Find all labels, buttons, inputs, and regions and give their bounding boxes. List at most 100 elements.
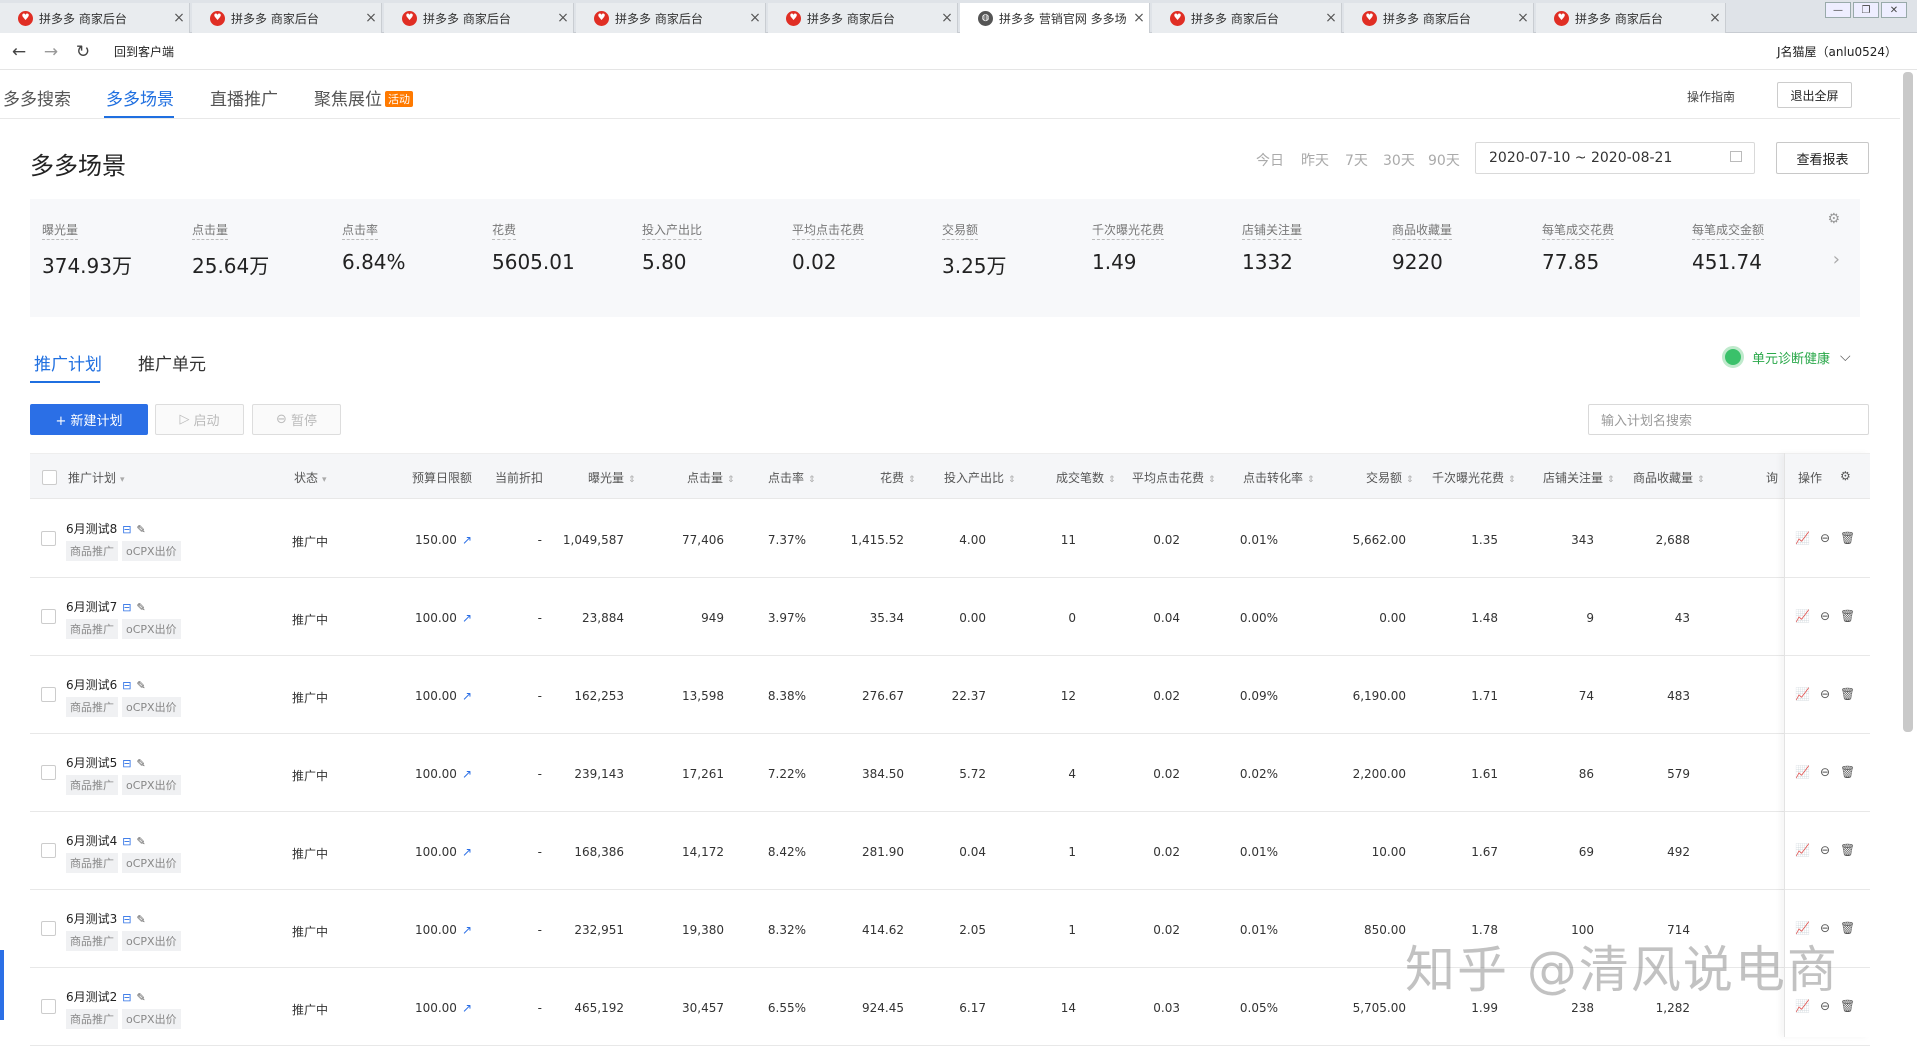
restore-icon[interactable]: ❐ (1853, 2, 1879, 18)
edit-icon[interactable]: ✎ (137, 991, 146, 1004)
back-icon[interactable]: ← (6, 42, 32, 62)
budget-cell[interactable]: 100.00 ↗ (415, 689, 472, 703)
chevron-right-icon[interactable]: › (1833, 249, 1840, 270)
close-tab-icon[interactable]: × (553, 10, 573, 26)
th-plan[interactable]: 推广计划 ▾ (68, 469, 125, 486)
edit-icon[interactable]: ✎ (137, 757, 146, 770)
edit-budget-icon[interactable]: ↗ (462, 689, 472, 703)
sort-icon[interactable]: ⇕ (1008, 475, 1016, 485)
metric-card[interactable]: 每笔成交金额 451.74 (1692, 221, 1765, 274)
back-to-client-link[interactable]: 回到客户端 (114, 43, 174, 60)
guide-link[interactable]: 操作指南 (1687, 88, 1735, 105)
edit-budget-icon[interactable]: ↗ (462, 611, 472, 625)
select-all-checkbox[interactable] (42, 470, 57, 485)
start-button[interactable]: ▷ 启动 (155, 404, 244, 435)
edit-icon[interactable]: ✎ (137, 835, 146, 848)
row-checkbox[interactable] (41, 999, 56, 1014)
browser-tab[interactable]: ♥ 拼多多 商家后台 × (1152, 3, 1342, 33)
close-tab-icon[interactable]: × (169, 10, 189, 26)
metric-card[interactable]: 点击量 25.64万 (192, 221, 269, 279)
menu-duoduo-scene[interactable]: 多多场景 (106, 85, 174, 110)
budget-cell[interactable]: 150.00 ↗ (415, 533, 472, 547)
browser-tab[interactable]: ♥ 拼多多 商家后台 × (1536, 3, 1726, 33)
date-option-7d[interactable]: 7天 (1345, 150, 1368, 170)
browser-tab[interactable]: ♥ 拼多多 商家后台 × (384, 3, 574, 33)
th-follows[interactable]: 店铺关注量 ⇕ (1543, 469, 1615, 486)
browser-tab[interactable]: ♥ 拼多多 商家后台 × (192, 3, 382, 33)
page-scrollbar[interactable] (1903, 72, 1913, 732)
edit-budget-icon[interactable]: ↗ (462, 767, 472, 781)
pause-button[interactable]: ⊖ 暂停 (252, 404, 341, 435)
sort-icon[interactable]: ⇕ (1508, 475, 1516, 485)
th-cost[interactable]: 花费 ⇕ (880, 469, 916, 486)
close-tab-icon[interactable]: × (1129, 10, 1149, 26)
sort-icon[interactable]: ⇕ (1406, 475, 1414, 485)
th-favs[interactable]: 商品收藏量 ⇕ (1633, 469, 1705, 486)
row-checkbox[interactable] (41, 843, 56, 858)
forward-icon[interactable]: → (38, 42, 64, 62)
plan-name[interactable]: 6月测试7 ⊟ ✎ (66, 598, 146, 615)
sort-icon[interactable]: ⇕ (1697, 475, 1705, 485)
browser-tab[interactable]: ♥ 拼多多 商家后台 × (1344, 3, 1534, 33)
menu-duoduo-search[interactable]: 多多搜索 (3, 85, 71, 110)
plan-name[interactable]: 6月测试3 ⊟ ✎ (66, 910, 146, 927)
th-orders[interactable]: 成交笔数 ⇕ (1056, 469, 1116, 486)
menu-live-promo[interactable]: 直播推广 (210, 85, 278, 110)
metric-card[interactable]: 投入产出比 5.80 (642, 221, 703, 274)
date-option-90d[interactable]: 90天 (1428, 150, 1460, 170)
edit-icon[interactable]: ✎ (137, 523, 146, 536)
browser-tab[interactable]: ♥ 拼多多 商家后台 × (576, 3, 766, 33)
row-checkbox[interactable] (41, 765, 56, 780)
tab-plans[interactable]: 推广计划 (34, 350, 102, 375)
close-tab-icon[interactable]: × (1705, 10, 1725, 26)
plan-name[interactable]: 6月测试2 ⊟ ✎ (66, 988, 146, 1005)
close-tab-icon[interactable]: × (1513, 10, 1533, 26)
budget-cell[interactable]: 100.00 ↗ (415, 845, 472, 859)
metrics-settings-icon[interactable]: ⚙ (1827, 211, 1840, 227)
tab-units[interactable]: 推广单元 (138, 350, 206, 375)
th-status[interactable]: 状态 ▾ (294, 469, 327, 486)
reload-icon[interactable]: ↻ (70, 42, 96, 62)
metric-card[interactable]: 每笔成交花费 77.85 (1542, 221, 1615, 274)
edit-icon[interactable]: ✎ (137, 601, 146, 614)
th-impressions[interactable]: 曝光量 ⇕ (588, 469, 636, 486)
sort-icon[interactable]: ⇕ (1307, 475, 1315, 485)
metric-card[interactable]: 店铺关注量 1332 (1242, 221, 1303, 274)
view-report-button[interactable]: 查看报表 (1776, 142, 1869, 174)
budget-cell[interactable]: 100.00 ↗ (415, 923, 472, 937)
metric-card[interactable]: 曝光量 374.93万 (42, 221, 132, 279)
browser-tab[interactable]: ♥ 拼多多 商家后台 × (768, 3, 958, 33)
metric-card[interactable]: 平均点击花费 0.02 (792, 221, 865, 274)
plan-search-input[interactable]: 输入计划名搜索 (1588, 404, 1869, 435)
close-window-icon[interactable]: ✕ (1881, 2, 1907, 18)
unit-health-diagnosis[interactable]: 单元诊断健康 ⌵ (1722, 346, 1851, 368)
budget-cell[interactable]: 100.00 ↗ (415, 1001, 472, 1015)
edit-icon[interactable]: ✎ (137, 679, 146, 692)
row-checkbox[interactable] (41, 921, 56, 936)
close-tab-icon[interactable]: × (745, 10, 765, 26)
close-tab-icon[interactable]: × (937, 10, 957, 26)
new-plan-button[interactable]: + 新建计划 (30, 404, 148, 435)
metric-card[interactable]: 点击率 6.84% (342, 221, 406, 274)
close-tab-icon[interactable]: × (361, 10, 381, 26)
edit-budget-icon[interactable]: ↗ (462, 533, 472, 547)
date-option-yesterday[interactable]: 昨天 (1301, 150, 1329, 170)
browser-tab[interactable]: ◍ 拼多多 营销官网 多多场 × (960, 3, 1150, 33)
sort-icon[interactable]: ⇕ (808, 475, 816, 485)
edit-budget-icon[interactable]: ↗ (462, 923, 472, 937)
sort-icon[interactable]: ⇕ (1208, 475, 1216, 485)
sort-icon[interactable]: ⇕ (727, 475, 735, 485)
th-cpc[interactable]: 平均点击花费 ⇕ (1132, 469, 1216, 486)
sort-icon[interactable]: ▾ (322, 475, 327, 485)
sort-icon[interactable]: ⇕ (1607, 475, 1615, 485)
th-gmv[interactable]: 交易额 ⇕ (1366, 469, 1414, 486)
date-option-today[interactable]: 今日 (1256, 150, 1284, 170)
metric-card[interactable]: 千次曝光花费 1.49 (1092, 221, 1165, 274)
row-checkbox[interactable] (41, 531, 56, 546)
edit-icon[interactable]: ✎ (137, 913, 146, 926)
row-checkbox[interactable] (41, 687, 56, 702)
plan-name[interactable]: 6月测试6 ⊟ ✎ (66, 676, 146, 693)
plan-name[interactable]: 6月测试8 ⊟ ✎ (66, 520, 146, 537)
sort-icon[interactable]: ⇕ (908, 475, 916, 485)
th-clicks[interactable]: 点击量 ⇕ (687, 469, 735, 486)
